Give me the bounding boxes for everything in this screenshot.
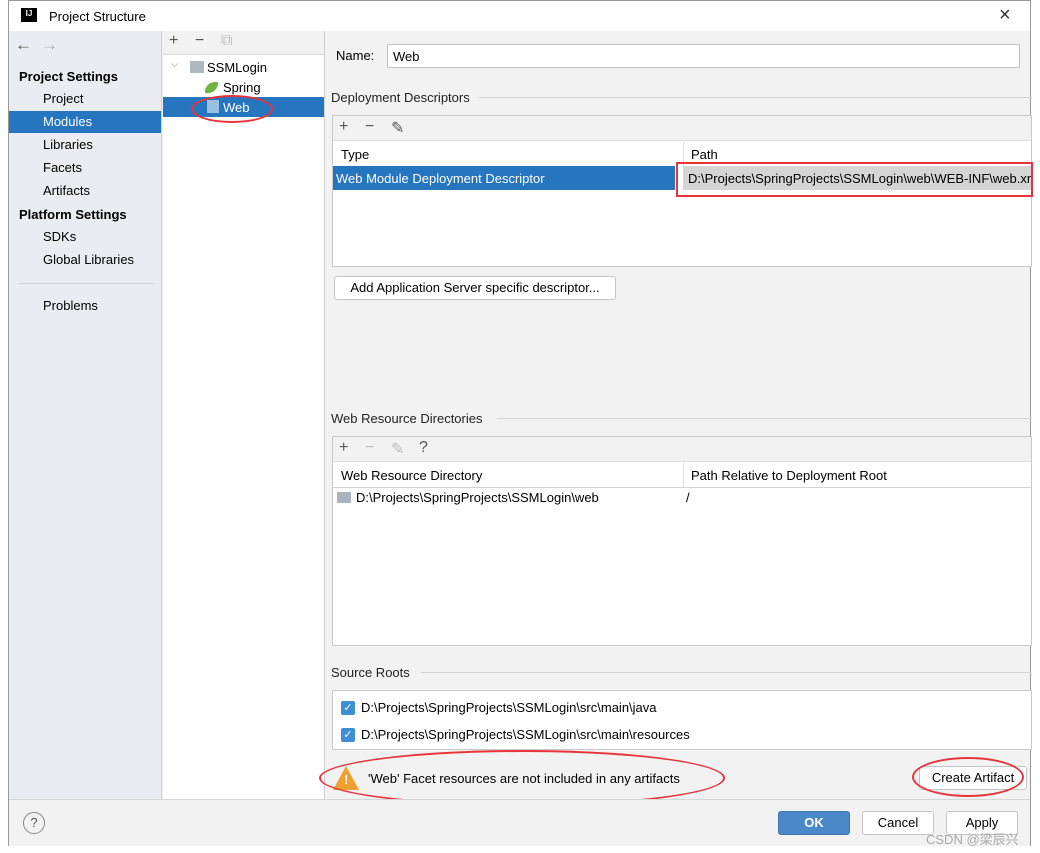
watermark: CSDN @梁辰兴 [926,832,1019,847]
table-row[interactable]: D:\Projects\SpringProjects\SSMLogin\web … [333,488,1031,508]
window-title: Project Structure [49,9,146,24]
column-header-directory[interactable]: Web Resource Directory [341,468,482,483]
tree-item-label: SSMLogin [207,60,267,75]
forward-icon[interactable]: → [41,35,58,55]
remove-icon[interactable]: − [365,118,374,136]
deployment-descriptors-title: Deployment Descriptors [331,90,470,105]
logo-text: IJ [25,9,33,18]
sidebar-item-artifacts[interactable]: Artifacts [43,183,90,198]
title-bar: IJ Project Structure × [9,1,1030,31]
column-divider [683,463,684,487]
add-icon[interactable]: + [339,118,348,136]
source-roots-list: ✓ D:\Projects\SpringProjects\SSMLogin\sr… [332,690,1032,750]
divider [479,97,1032,98]
module-folder-icon [190,61,204,73]
remove-icon[interactable]: − [365,439,374,457]
tree-item-spring[interactable]: Spring [203,79,313,97]
folder-icon [337,492,351,503]
table-toolbar: + − ✎ [333,116,1031,141]
edit-icon[interactable]: ✎ [391,439,404,459]
add-server-descriptor-button[interactable]: Add Application Server specific descript… [334,276,616,300]
help-icon[interactable]: ? [419,439,428,457]
web-resource-directories-title: Web Resource Directories [331,411,483,426]
checkbox-checked[interactable]: ✓ [341,701,355,715]
divider [19,283,154,284]
divider [497,418,1032,419]
divider [421,672,1032,673]
source-roots-title: Source Roots [331,665,410,680]
annotation-oval [912,757,1024,797]
table-toolbar: + − ✎ ? [333,437,1031,462]
name-label: Name: [336,48,375,63]
tree-item-label: Spring [223,80,261,95]
cancel-button[interactable]: Cancel [862,811,934,835]
sidebar-item-sdks[interactable]: SDKs [43,229,76,244]
column-header-type[interactable]: Type [341,147,369,162]
source-root-path: D:\Projects\SpringProjects\SSMLogin\src\… [361,727,690,742]
web-resource-table: + − ✎ ? Web Resource Directory Path Rela… [332,436,1032,646]
type-cell: Web Module Deployment Descriptor [333,166,675,190]
sidebar-item-label: Modules [43,114,93,129]
back-icon[interactable]: ← [15,35,32,55]
sidebar-item-project[interactable]: Project [43,91,83,106]
sidebar: ← → Project Settings Project Modules Lib… [9,31,162,799]
platform-settings-heading: Platform Settings [19,207,127,222]
chevron-down-icon: ⌵ [171,59,179,70]
copy-icon[interactable]: ⧉ [221,32,232,50]
help-button[interactable]: ? [23,812,45,834]
intellij-logo-icon: IJ [21,8,37,24]
project-settings-heading: Project Settings [19,69,118,84]
add-icon[interactable]: + [339,439,348,457]
annotation-oval [319,750,725,806]
column-header-path[interactable]: Path [691,147,718,162]
remove-icon[interactable]: − [195,32,204,50]
add-icon[interactable]: + [169,32,178,50]
project-structure-dialog: IJ Project Structure × ← → Project Setti… [8,0,1033,847]
annotation-oval [191,95,273,123]
sidebar-item-modules[interactable]: Modules [9,111,161,133]
sidebar-item-problems[interactable]: Problems [43,298,98,313]
ok-button[interactable]: OK [778,811,850,835]
tree-item-ssmlogin[interactable]: ⌵ SSMLogin [169,59,319,77]
tree-toolbar: + − ⧉ [163,31,324,55]
edit-icon[interactable]: ✎ [391,118,404,138]
checkbox-checked[interactable]: ✓ [341,728,355,742]
directory-cell: D:\Projects\SpringProjects\SSMLogin\web [356,490,599,505]
source-root-path: D:\Projects\SpringProjects\SSMLogin\src\… [361,700,657,715]
module-tree: + − ⧉ ⌵ SSMLogin Spring Web [163,31,325,799]
sidebar-item-facets[interactable]: Facets [43,160,82,175]
relative-path-cell: / [686,490,690,505]
column-header-relative-path[interactable]: Path Relative to Deployment Root [691,468,887,483]
dialog-footer: ? OK Cancel Apply CSDN @梁辰兴 [9,799,1030,847]
close-icon[interactable]: × [999,4,1011,27]
name-input[interactable] [387,44,1020,68]
sidebar-item-global-libraries[interactable]: Global Libraries [43,252,134,267]
annotation-box [676,162,1033,197]
spring-leaf-icon [205,82,218,93]
deployment-descriptors-table: + − ✎ Type Path Web Module Deployment De… [332,115,1033,267]
sidebar-item-libraries[interactable]: Libraries [43,137,93,152]
